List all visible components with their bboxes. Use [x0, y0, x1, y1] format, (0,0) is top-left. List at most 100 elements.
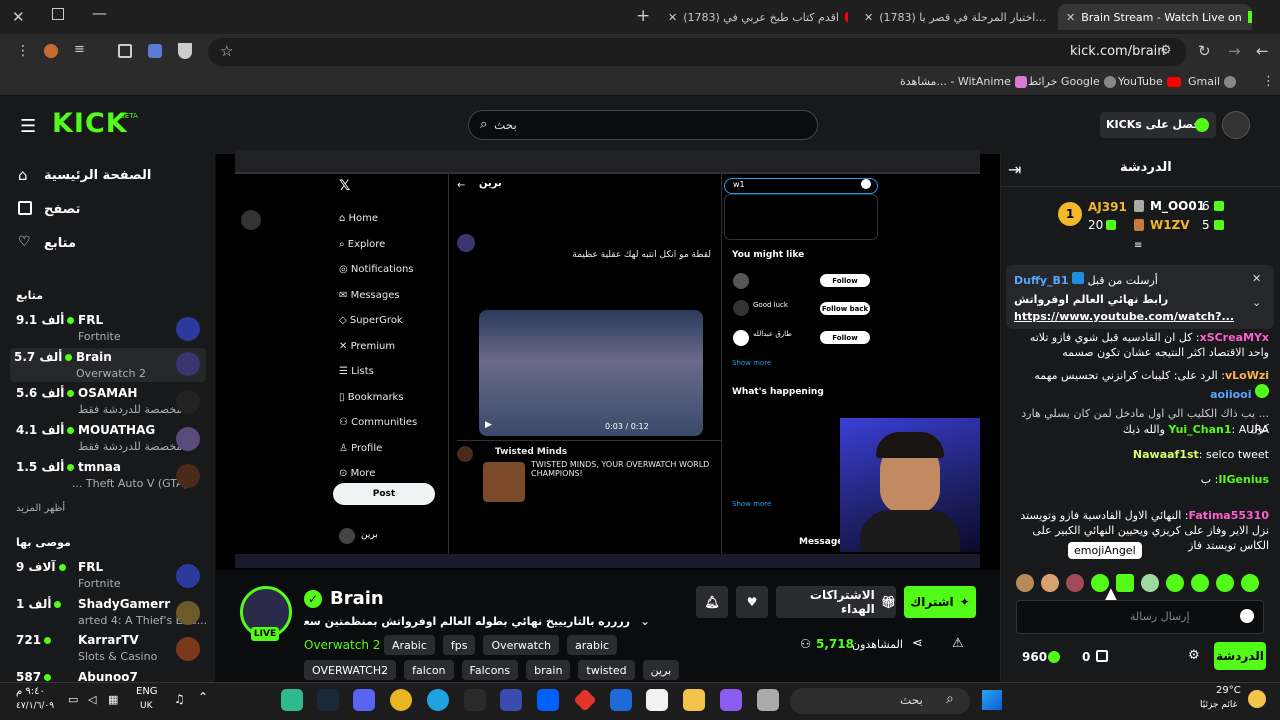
- following-channel-tmnaa[interactable]: 1.5 ألف tmnaa Theft Auto V (GTA) ...: [12, 460, 206, 494]
- show-more-link[interactable]: أظهر المزيد: [16, 503, 65, 514]
- mail-app-icon[interactable]: [610, 689, 632, 711]
- extensions-puzzle-icon[interactable]: [118, 44, 132, 58]
- battery-icon[interactable]: ▭: [68, 693, 78, 706]
- chat-username[interactable]: xSCreaMYx: [1200, 331, 1269, 344]
- kick-logo[interactable]: KICK: [52, 108, 128, 139]
- channel-name[interactable]: Brain: [330, 588, 384, 609]
- gift-icon[interactable]: [1096, 650, 1108, 662]
- copilot-icon[interactable]: [720, 689, 742, 711]
- url-text[interactable]: kick.com/brain: [1070, 44, 1166, 59]
- site-settings-icon[interactable]: ⚙: [1160, 43, 1172, 58]
- tag[interactable]: falcon: [404, 660, 454, 680]
- following-channel-osamah[interactable]: 5.6 ألف OSAMAH مخصصة للدردشة فقط: [12, 386, 206, 420]
- weather-icon[interactable]: [1248, 690, 1266, 708]
- weather-temp[interactable]: 29°C: [1216, 685, 1241, 696]
- new-tab-button[interactable]: +: [636, 6, 650, 26]
- clock-time[interactable]: ٩:٤٠ م: [16, 686, 56, 697]
- chat-settings-gear-icon[interactable]: ⚙: [1188, 648, 1200, 663]
- extension-badge-icon[interactable]: [148, 44, 162, 58]
- bookmark-youtube[interactable]: YouTube: [1118, 75, 1181, 88]
- menu-dots-icon[interactable]: ⋮: [16, 43, 30, 59]
- dropbox-icon[interactable]: [537, 689, 559, 711]
- shield-icon[interactable]: [178, 43, 192, 59]
- following-channel-mouathag[interactable]: 4.1 ألف MOUATHAG مخصصة للدردشة فقط: [12, 423, 206, 457]
- tag[interactable]: brain: [526, 660, 571, 680]
- chat-username[interactable]: Fatima55310: [1189, 509, 1269, 522]
- clock-date[interactable]: ٤٧/١/٦/٠٩: [16, 701, 66, 711]
- chat-username[interactable]: Nawaaf1st: [1133, 448, 1199, 461]
- nav-following[interactable]: متابع: [44, 236, 76, 251]
- leaderboard-toggle-icon[interactable]: ≡: [1134, 240, 1142, 251]
- steam-icon[interactable]: [317, 689, 339, 711]
- windows-start-icon[interactable]: [982, 690, 1002, 710]
- nav-browse[interactable]: تصفح: [44, 202, 80, 217]
- emote-icon[interactable]: [1166, 574, 1184, 592]
- epic-games-icon[interactable]: [464, 689, 486, 711]
- restore-window-icon[interactable]: [52, 8, 64, 20]
- chrome-icon[interactable]: [390, 689, 412, 711]
- emote-icon[interactable]: [1241, 574, 1259, 592]
- emote-icon[interactable]: [1191, 574, 1209, 592]
- emote-icon[interactable]: [1216, 574, 1234, 592]
- discord-icon[interactable]: [353, 689, 375, 711]
- pinned-link[interactable]: https://www.youtube.com/watch?...: [1014, 310, 1234, 323]
- chat-username[interactable]: IIGenius: [1218, 473, 1269, 486]
- close-window-icon[interactable]: ✕: [12, 8, 25, 26]
- bookmark-star-icon[interactable]: ☆: [220, 42, 233, 60]
- app-icon-1[interactable]: [281, 689, 303, 711]
- search-input[interactable]: [468, 110, 818, 140]
- tag[interactable]: arabic: [567, 635, 618, 655]
- input-language[interactable]: ENG: [136, 686, 158, 697]
- media-control-icon[interactable]: ≡: [74, 42, 85, 57]
- tag[interactable]: Arabic: [384, 635, 435, 655]
- weather-desc[interactable]: غائم جزئيًا: [1200, 700, 1246, 710]
- tag[interactable]: fps: [442, 635, 476, 655]
- tab-brain-stream[interactable]: ✕ Brain Stream - Watch Live on: [1058, 4, 1252, 30]
- emote-icon[interactable]: [1116, 574, 1134, 592]
- recommended-channel-frl[interactable]: 9 آلاف FRL Fortnite: [12, 560, 206, 594]
- tray-chevron-icon[interactable]: ⌃: [198, 690, 208, 704]
- extension-icon[interactable]: [44, 44, 58, 58]
- points-icon[interactable]: [1048, 651, 1060, 663]
- bookmark-gmail[interactable]: Gmail: [1188, 75, 1237, 88]
- minimize-window-icon[interactable]: —: [92, 4, 107, 22]
- share-icon[interactable]: ⋖: [912, 636, 923, 651]
- chat-username[interactable]: Yui_Chan1: [1168, 423, 1231, 436]
- volume-icon[interactable]: ◁: [88, 693, 96, 706]
- input-region[interactable]: UK: [140, 701, 153, 711]
- chevron-down-icon[interactable]: ⌄: [640, 614, 650, 628]
- pinned-user[interactable]: Duffy_B1: [1014, 274, 1069, 287]
- collapse-chat-icon[interactable]: ⇥: [1008, 160, 1021, 179]
- tab-challenge[interactable]: ✕ (1783) اختبار المرحلة في قصر يا...: [864, 4, 1050, 30]
- emoji-picker-icon[interactable]: [1240, 609, 1254, 623]
- subscribe-button[interactable]: اشتراك ✦: [904, 586, 976, 618]
- chat-username[interactable]: aoiiooi: [1210, 388, 1251, 401]
- emote-icon[interactable]: [1041, 574, 1059, 592]
- recommended-channel-abunoo7[interactable]: 587 Abunoo7: [12, 670, 206, 682]
- url-bar[interactable]: [208, 38, 1186, 66]
- bookmark-witanime[interactable]: مشاهدة... - WitAnime: [900, 75, 1027, 88]
- recommended-channel-shadygamerr[interactable]: 1 ألف ShadyGamerr arted 4: A Thief's End…: [12, 597, 207, 631]
- tag[interactable]: OVERWATCH2: [304, 660, 397, 680]
- file-explorer-icon[interactable]: [683, 689, 705, 711]
- store-icon[interactable]: [646, 689, 668, 711]
- following-channel-brain[interactable]: 5.7 ألف Brain Overwatch 2: [10, 348, 206, 382]
- nav-home[interactable]: الصفحة الرئيسية: [44, 168, 151, 183]
- chat-username[interactable]: vLoWzi: [1225, 369, 1269, 382]
- report-icon[interactable]: ⚠: [952, 636, 964, 651]
- back-icon[interactable]: ←: [1256, 42, 1269, 60]
- send-chat-button[interactable]: الدردشة: [1214, 642, 1266, 670]
- recommended-channel-karrartv[interactable]: 721 KarrarTV Slots & Casino: [12, 633, 206, 667]
- bookmark-maps[interactable]: خرائط Google: [1028, 75, 1116, 88]
- forward-icon[interactable]: →: [1228, 42, 1241, 60]
- tab-cookbook[interactable]: ✕ (1783) اقدم كتاب طبخ عربي في: [668, 4, 848, 30]
- category-link[interactable]: Overwatch 2: [304, 638, 380, 652]
- notifications-button[interactable]: 🔔︎: [696, 586, 728, 618]
- follow-button[interactable]: ♥: [736, 586, 768, 618]
- emote-icon[interactable]: [1016, 574, 1034, 592]
- tag[interactable]: twisted: [578, 660, 635, 680]
- emote-icon[interactable]: [1141, 574, 1159, 592]
- bookmarks-overflow-icon[interactable]: ⋮: [1262, 74, 1275, 89]
- gift-subs-button[interactable]: الاشتراكات الهداء 🎁︎: [776, 586, 896, 618]
- taskbar-search[interactable]: [790, 688, 970, 714]
